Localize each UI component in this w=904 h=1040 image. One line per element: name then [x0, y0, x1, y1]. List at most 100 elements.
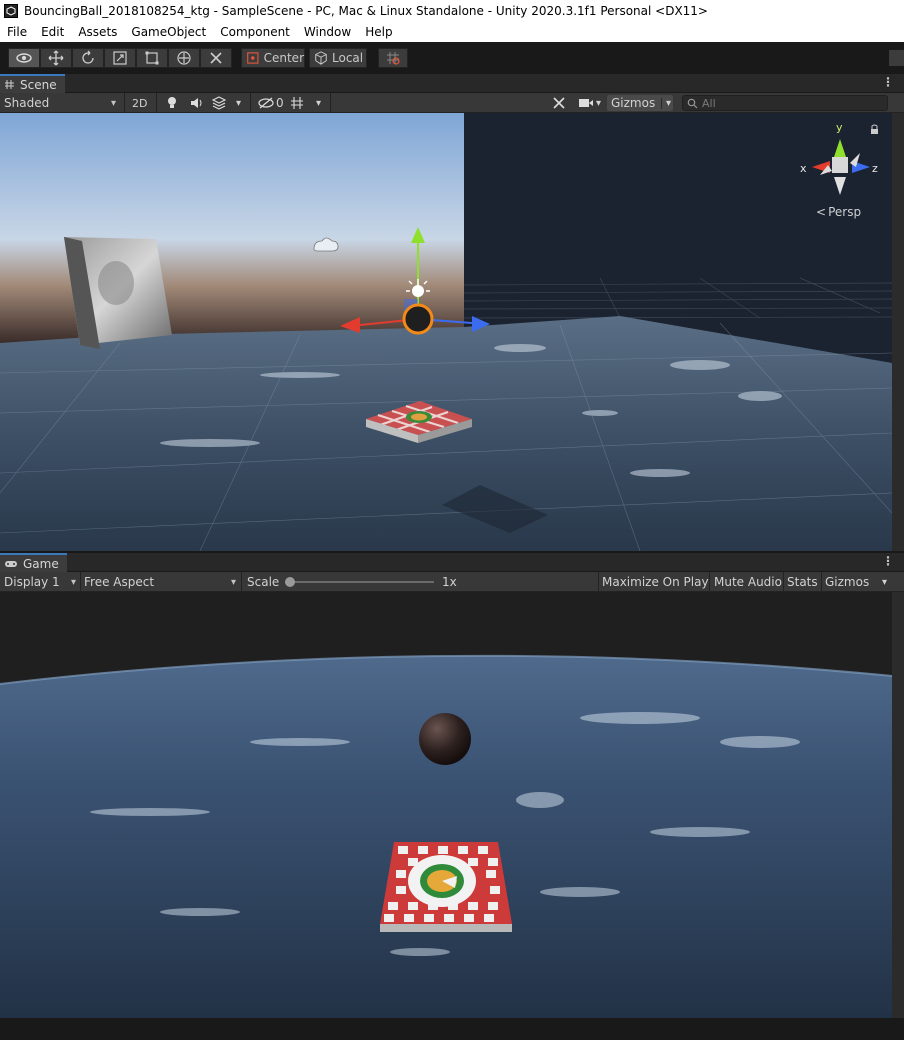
scale-icon: [113, 51, 127, 65]
scale-value: 1x: [442, 575, 457, 589]
pivot-rotation-toggle[interactable]: Local: [309, 48, 367, 68]
menu-edit[interactable]: Edit: [34, 25, 71, 39]
effects-toggle[interactable]: [208, 95, 230, 111]
toggle-2d-button[interactable]: 2D: [128, 95, 151, 111]
mute-label: Mute Audio: [714, 575, 782, 589]
scene-kebab-menu[interactable]: ⋮: [882, 75, 894, 89]
transform-tool-button[interactable]: [168, 48, 200, 68]
axis-y-label: y: [836, 121, 843, 134]
game-tab-header: Game ⋮: [0, 553, 904, 572]
scale-slider-thumb[interactable]: [285, 577, 295, 587]
maximize-on-play-toggle[interactable]: Maximize On Play: [598, 574, 713, 590]
axis-z-label: z: [872, 162, 878, 175]
video-camera-icon: [579, 99, 593, 107]
rotate-icon: [82, 50, 94, 64]
projection-label: Persp: [828, 205, 862, 219]
display-label: Display 1: [4, 575, 60, 589]
scene-viewport[interactable]: y x z < Persp: [0, 113, 892, 551]
chevron-left-icon: <: [816, 205, 827, 219]
scene-scrollbar[interactable]: [892, 113, 904, 551]
game-viewport[interactable]: [0, 592, 892, 1018]
stats-toggle[interactable]: Stats: [783, 574, 822, 590]
camera-settings-button[interactable]: [286, 95, 308, 111]
layers-effects-icon: [212, 96, 226, 110]
scale-slider-track[interactable]: [286, 581, 434, 583]
toolbar-overflow[interactable]: [889, 50, 904, 66]
shading-mode-dropdown[interactable]: Shaded: [0, 95, 120, 111]
camera-dropdown-arrow[interactable]: ▾: [312, 95, 326, 111]
eye-icon: [16, 53, 32, 63]
menu-bar: File Edit Assets GameObject Component Wi…: [0, 22, 904, 42]
status-bar: [0, 1018, 904, 1040]
game-control-bar: Display 1 Free Aspect Scale 1x Maximize …: [0, 572, 904, 592]
search-placeholder: All: [702, 96, 716, 110]
hash-icon: [5, 80, 14, 89]
move-tool-button[interactable]: [40, 48, 72, 68]
aspect-label: Free Aspect: [84, 575, 155, 589]
grid-snap-icon: [387, 52, 400, 65]
menu-window[interactable]: Window: [297, 25, 358, 39]
scale-label-wrap: Scale: [243, 574, 283, 590]
toggle-2d-label: 2D: [132, 96, 148, 110]
scene-tab[interactable]: Scene: [0, 74, 65, 93]
game-kebab-menu[interactable]: ⋮: [882, 554, 894, 568]
mute-audio-toggle[interactable]: Mute Audio: [710, 574, 786, 590]
gizmos-dropdown[interactable]: Gizmos ▾: [607, 95, 673, 111]
lightbulb-icon: [168, 97, 176, 108]
shading-mode-label: Shaded: [4, 96, 50, 110]
menu-assets[interactable]: Assets: [71, 25, 124, 39]
scene-tab-label: Scene: [20, 77, 57, 92]
local-cube-icon: [315, 51, 327, 65]
projection-toggle[interactable]: < Persp: [816, 205, 861, 219]
game-gizmos-label: Gizmos: [825, 575, 870, 589]
scale-value-wrap: 1x: [438, 574, 461, 590]
game-tab-label: Game: [23, 556, 59, 571]
axis-x-label: x: [800, 162, 807, 175]
scene-search-field[interactable]: All: [682, 95, 888, 111]
rotate-tool-button[interactable]: [72, 48, 104, 68]
custom-tool-button[interactable]: [200, 48, 232, 68]
scene-camera-dropdown[interactable]: ▾: [574, 95, 605, 111]
tools-crossed-icon: [553, 97, 565, 109]
skybox-panel: [0, 113, 464, 343]
gizmos-label: Gizmos: [611, 96, 656, 110]
window-title-bar: BouncingBall_2018108254_ktg - SampleScen…: [0, 0, 904, 22]
hidden-eye-icon: [258, 97, 274, 109]
menu-gameobject[interactable]: GameObject: [124, 25, 213, 39]
maximize-label: Maximize On Play: [602, 575, 709, 589]
game-gizmos-dropdown[interactable]: Gizmos ▾: [821, 574, 891, 590]
scale-tool-button[interactable]: [104, 48, 136, 68]
gamepad-icon: [5, 560, 17, 567]
lighting-toggle[interactable]: [162, 95, 182, 111]
scene-tools-button[interactable]: [548, 95, 570, 111]
pivot-center-icon: [247, 52, 259, 64]
window-title: BouncingBall_2018108254_ktg - SampleScen…: [24, 4, 708, 18]
menu-file[interactable]: File: [0, 25, 34, 39]
rect-transform-icon: [145, 51, 159, 65]
game-scrollbar[interactable]: [892, 592, 904, 1018]
scale-label: Scale: [247, 575, 280, 589]
aspect-dropdown[interactable]: Free Aspect: [80, 574, 240, 590]
search-icon: [687, 98, 698, 108]
game-tab[interactable]: Game: [0, 553, 67, 572]
game-earth-surface: [0, 655, 892, 1018]
grid-snapping-button[interactable]: [378, 48, 408, 68]
effects-dropdown-arrow[interactable]: ▾: [232, 95, 246, 111]
hash-camera-icon: [291, 97, 303, 109]
scene-control-bar: Shaded 2D ▾ 0 ▾ ▾ Gizmos ▾ All: [0, 93, 904, 113]
scene-visibility-toggle[interactable]: 0: [254, 95, 288, 111]
audio-toggle[interactable]: [186, 95, 208, 111]
view-tool-button[interactable]: [8, 48, 40, 68]
game-pizza-box: [380, 842, 512, 932]
space-label: Local: [332, 51, 364, 65]
menu-help[interactable]: Help: [358, 25, 399, 39]
pivot-center-toggle[interactable]: Center: [241, 48, 305, 68]
rect-tool-button[interactable]: [136, 48, 168, 68]
wrench-tools-icon: [210, 52, 222, 64]
transform-icon: [177, 51, 191, 65]
bouncing-ball: [419, 713, 471, 765]
menu-component[interactable]: Component: [213, 25, 297, 39]
main-toolbar: Center Local: [0, 42, 904, 74]
display-dropdown[interactable]: Display 1: [0, 574, 80, 590]
stats-label: Stats: [787, 575, 818, 589]
